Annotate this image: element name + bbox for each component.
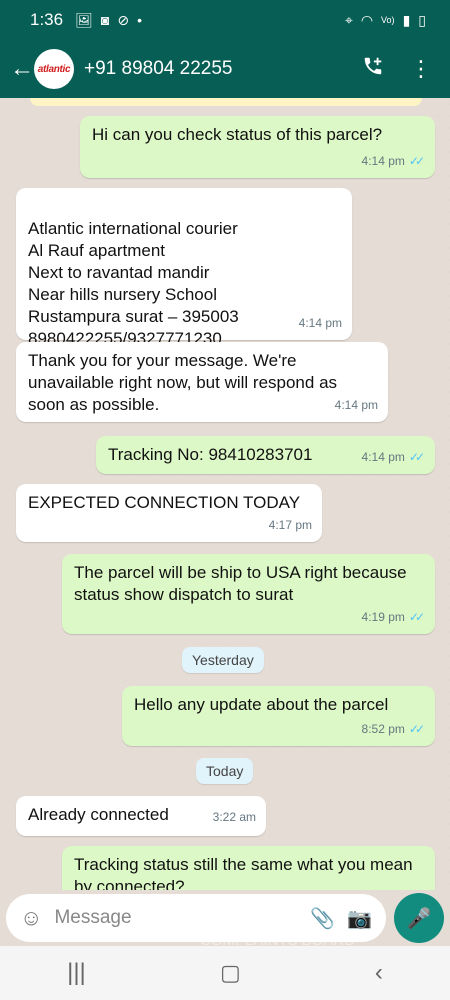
recent-apps-icon[interactable]: ||| — [67, 959, 86, 987]
read-ticks-icon: ✓✓ — [408, 722, 425, 736]
message-bubble[interactable]: Thank you for your message. We're unavai… — [16, 342, 388, 422]
read-ticks-icon: ✓✓ — [408, 154, 425, 168]
back-nav-icon[interactable]: ‹ — [375, 959, 383, 987]
date-separator: Yesterday — [182, 647, 264, 673]
attach-icon[interactable]: 📎 — [310, 906, 335, 931]
message-input-bar: ☺ Message 📎 📷 🎤 — [0, 890, 450, 946]
volte-icon: Vo) — [381, 14, 395, 25]
message-input[interactable]: Message — [54, 907, 298, 929]
encryption-banner — [30, 98, 422, 106]
message-bubble[interactable]: Tracking No: 98410283701 4:14 pm ✓✓ — [96, 436, 435, 474]
back-arrow-icon[interactable]: ← — [10, 55, 34, 83]
message-bubble[interactable]: Already connected 3:22 am — [16, 796, 266, 836]
messenger-icon: ⊘ — [117, 12, 130, 28]
message-bubble[interactable]: Hello any update about the parcel 8:52 p… — [122, 686, 435, 746]
read-ticks-icon: ✓✓ — [408, 450, 425, 464]
home-icon[interactable]: ▢ — [220, 960, 241, 986]
system-nav-bar: ||| ▢ ‹ — [0, 946, 450, 1000]
signal-icon: ▮ — [402, 12, 411, 28]
read-ticks-icon: ✓✓ — [408, 610, 425, 624]
mic-button[interactable]: 🎤 — [394, 893, 444, 943]
message-field[interactable]: ☺ Message 📎 📷 — [6, 894, 386, 942]
message-bubble[interactable]: Tracking status still the same what you … — [62, 846, 435, 890]
battery-icon: ▯ — [418, 12, 426, 28]
chat-header: ← atlantic +91 89804 22255 ⋮ — [0, 40, 450, 98]
message-bubble[interactable]: The parcel will be ship to USA right bec… — [62, 554, 435, 634]
date-separator: Today — [196, 758, 254, 784]
status-bar: 1:36 🖼 ◙ ⊘ • ⌖ ◠ Vo) ▮ ▯ — [0, 0, 450, 40]
mic-icon: 🎤 — [406, 907, 432, 930]
wifi-icon: ◠ — [360, 12, 374, 28]
location-icon: ⌖ — [344, 12, 353, 28]
add-call-icon[interactable] — [362, 55, 384, 83]
message-bubble[interactable]: Atlantic international courier Al Rauf a… — [16, 188, 352, 348]
chat-area[interactable]: Hi can you check status of this parcel? … — [0, 98, 450, 890]
emoji-icon[interactable]: ☺ — [20, 905, 42, 931]
status-time: 1:36 — [30, 10, 64, 29]
message-bubble[interactable]: EXPECTED CONNECTION TODAY 4:17 pm — [16, 484, 322, 542]
more-options-icon[interactable]: ⋮ — [410, 58, 432, 80]
avatar[interactable]: atlantic — [34, 49, 74, 89]
camera-icon[interactable]: 📷 — [347, 906, 372, 931]
message-bubble[interactable]: Hi can you check status of this parcel? … — [80, 116, 435, 178]
contact-name[interactable]: +91 89804 22255 — [84, 58, 362, 80]
image-icon: 🖼 — [75, 12, 93, 28]
instagram-icon: ◙ — [100, 12, 110, 28]
dot-icon: • — [137, 12, 142, 28]
